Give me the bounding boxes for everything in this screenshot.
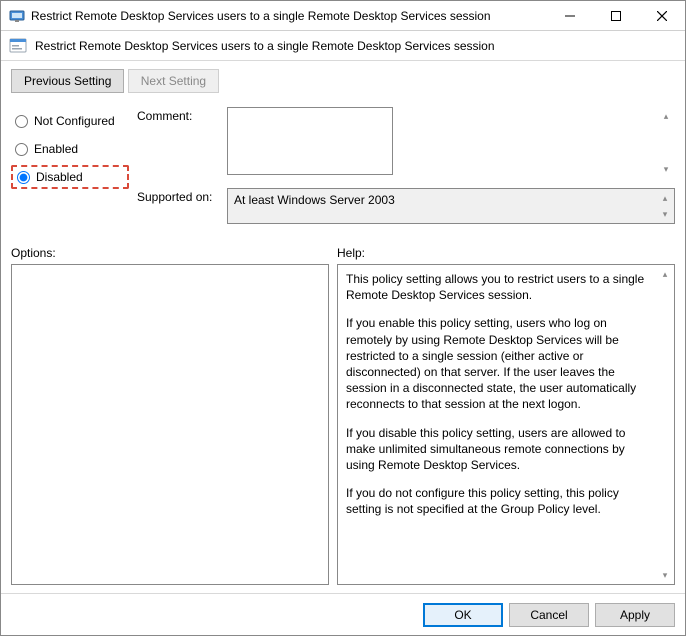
panes: This policy setting allows you to restri… [1, 264, 685, 593]
state-radio-group: Not Configured Enabled Disabled [11, 107, 129, 234]
options-help-labels: Options: Help: [1, 240, 685, 264]
fields: Comment: ▴ ▾ Supported on: At least Wind… [137, 107, 675, 234]
policy-header: Restrict Remote Desktop Services users t… [1, 31, 685, 61]
help-p4: If you do not configure this policy sett… [346, 485, 654, 517]
help-scroll-down-icon: ▾ [657, 567, 673, 583]
maximize-button[interactable] [593, 1, 639, 31]
supported-on-value: At least Windows Server 2003 ▴ ▾ [227, 188, 675, 224]
apply-button[interactable]: Apply [595, 603, 675, 627]
app-icon [9, 8, 25, 24]
supported-scroll-up: ▴ [657, 190, 673, 206]
options-pane [11, 264, 329, 585]
help-pane: This policy setting allows you to restri… [337, 264, 675, 585]
dialog-footer: OK Cancel Apply [1, 593, 685, 635]
minimize-button[interactable] [547, 1, 593, 31]
supported-scroll-down: ▾ [657, 206, 673, 222]
radio-enabled-label: Enabled [34, 142, 78, 156]
radio-not-configured-label: Not Configured [34, 114, 115, 128]
help-label: Help: [337, 246, 365, 260]
policy-title: Restrict Remote Desktop Services users t… [35, 39, 495, 53]
radio-enabled[interactable]: Enabled [11, 137, 129, 161]
ok-button[interactable]: OK [423, 603, 503, 627]
help-p1: This policy setting allows you to restri… [346, 271, 654, 303]
supported-label: Supported on: [137, 188, 227, 204]
previous-setting-button[interactable]: Previous Setting [11, 69, 124, 93]
options-label: Options: [11, 246, 337, 260]
radio-enabled-input[interactable] [15, 143, 28, 156]
help-p3: If you disable this policy setting, user… [346, 425, 654, 474]
titlebar: Restrict Remote Desktop Services users t… [1, 1, 685, 31]
cancel-button[interactable]: Cancel [509, 603, 589, 627]
help-scroll-up-icon: ▴ [657, 266, 673, 282]
dialog-window: Restrict Remote Desktop Services users t… [0, 0, 686, 636]
policy-icon [9, 37, 27, 55]
comment-scroll-up[interactable]: ▴ [658, 108, 674, 124]
comment-textarea[interactable] [227, 107, 393, 175]
radio-disabled-label: Disabled [36, 170, 83, 184]
comment-row: Comment: ▴ ▾ [137, 107, 675, 178]
supported-row: Supported on: At least Windows Server 20… [137, 188, 675, 224]
help-scrollbar[interactable]: ▴ ▾ [657, 266, 673, 583]
comment-scroll-down[interactable]: ▾ [658, 161, 674, 177]
radio-disabled-input[interactable] [17, 171, 30, 184]
nav-row: Previous Setting Next Setting [1, 61, 685, 97]
radio-not-configured[interactable]: Not Configured [11, 109, 129, 133]
close-button[interactable] [639, 1, 685, 31]
radio-not-configured-input[interactable] [15, 115, 28, 128]
next-setting-button: Next Setting [128, 69, 219, 93]
radio-disabled[interactable]: Disabled [11, 165, 129, 189]
config-area: Not Configured Enabled Disabled Comment:… [1, 97, 685, 240]
window-title: Restrict Remote Desktop Services users t… [31, 9, 547, 23]
comment-label: Comment: [137, 107, 227, 123]
help-p2: If you enable this policy setting, users… [346, 315, 654, 412]
supported-on-text: At least Windows Server 2003 [234, 193, 395, 207]
